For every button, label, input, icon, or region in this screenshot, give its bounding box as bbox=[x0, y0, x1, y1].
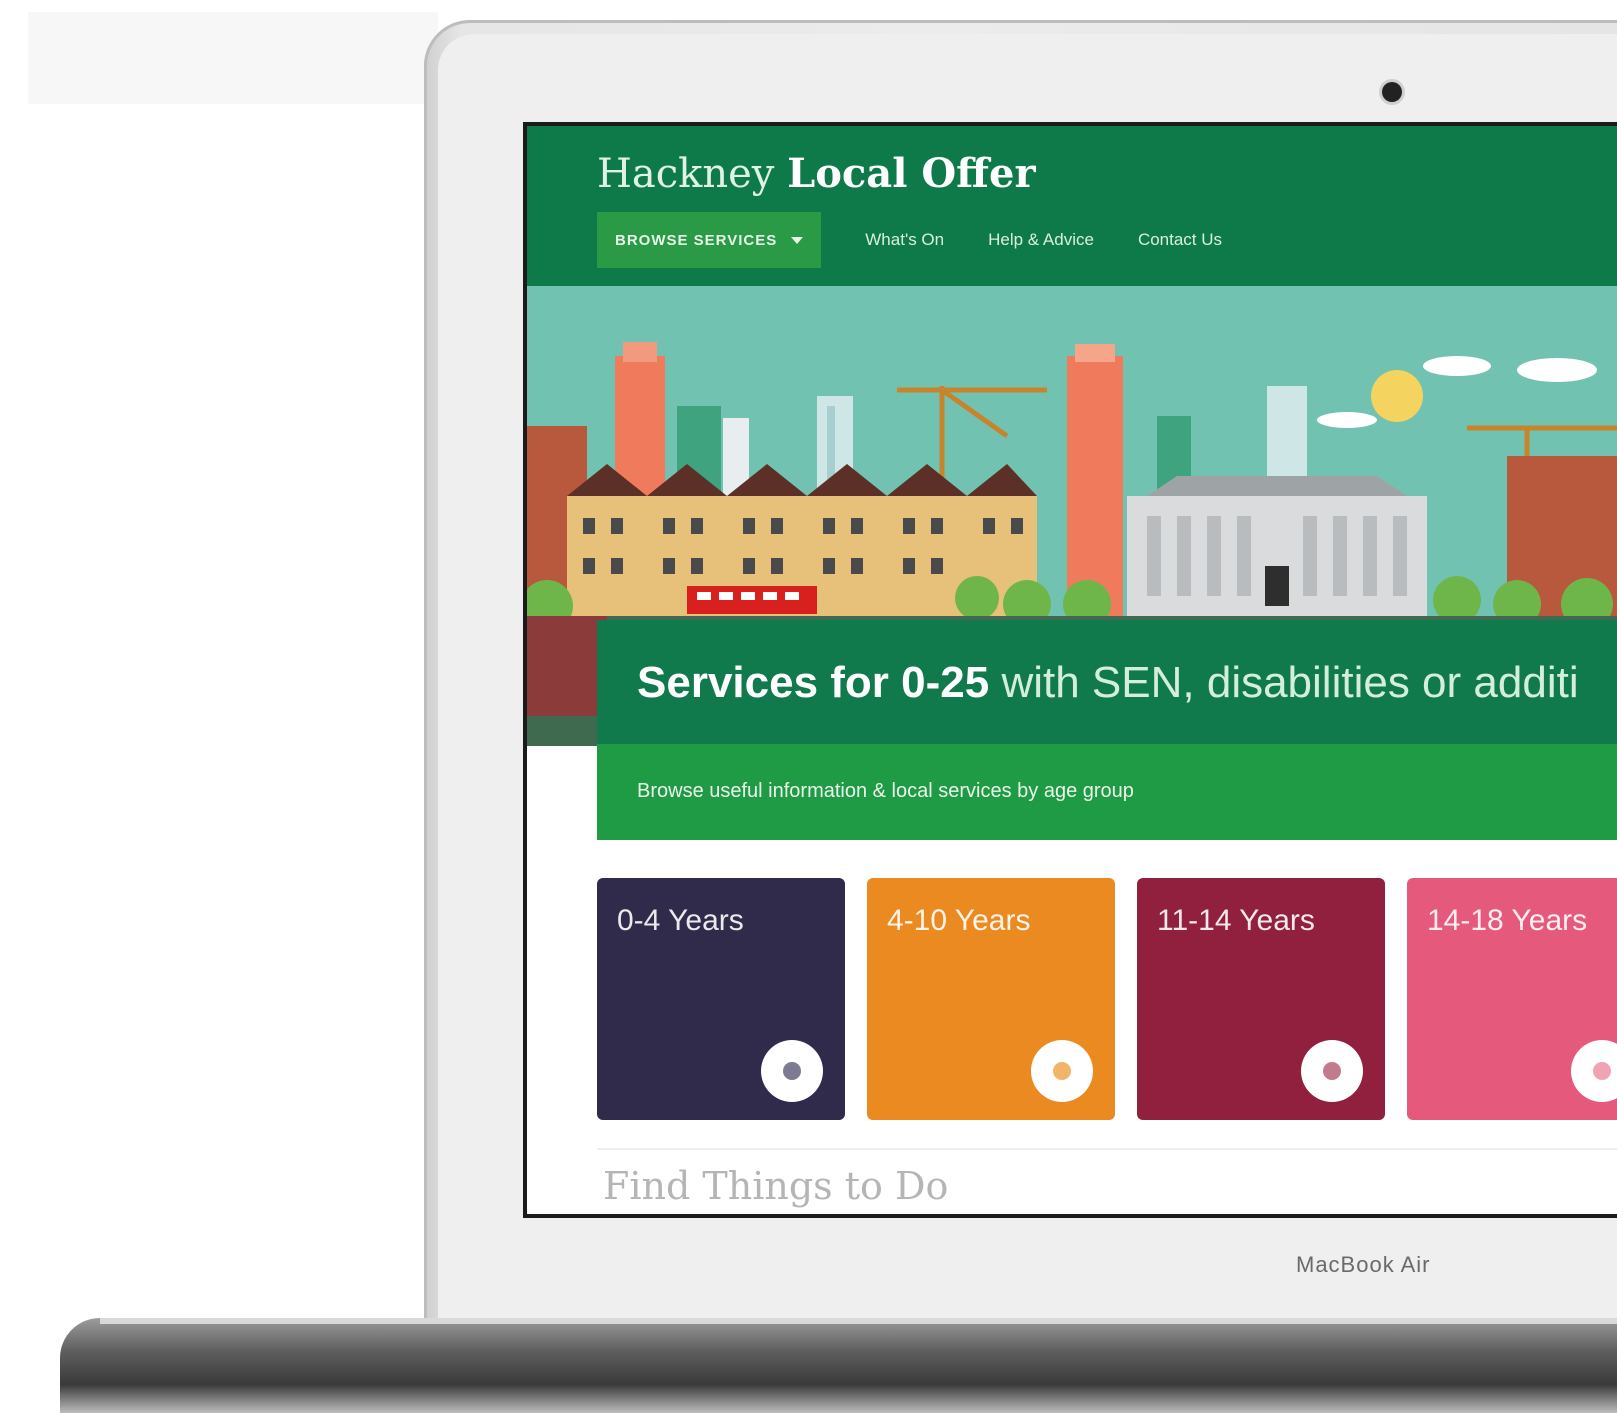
divider bbox=[597, 1148, 1617, 1150]
hero-subtext-banner: Browse useful information & local servic… bbox=[597, 744, 1617, 840]
headline-rest: with SEN, disabilities or additi bbox=[1001, 658, 1579, 707]
cloud-icon bbox=[1517, 358, 1597, 382]
laptop-screen: Hackney Local Offer BROWSE SERVICES What… bbox=[527, 126, 1617, 1214]
main-nav: BROWSE SERVICES What's On Help & Advice … bbox=[597, 212, 1222, 268]
town-hall-door bbox=[1265, 566, 1289, 606]
age-tile[interactable]: 11-14 Years bbox=[1137, 878, 1385, 1120]
tower bbox=[1067, 356, 1123, 616]
dot-icon bbox=[783, 1062, 801, 1080]
town-hall bbox=[1127, 496, 1427, 626]
age-tile-label: 11-14 Years bbox=[1157, 904, 1315, 937]
cloud-icon bbox=[1423, 356, 1491, 376]
laptop-base bbox=[60, 1318, 1617, 1413]
arrow-circle-icon[interactable] bbox=[1031, 1040, 1093, 1102]
dot-icon bbox=[1053, 1062, 1071, 1080]
age-tile[interactable]: 4-10 Years bbox=[867, 878, 1115, 1120]
headline-strong: Services for 0-25 bbox=[637, 658, 990, 707]
chevron-down-icon bbox=[791, 236, 804, 244]
dot-icon bbox=[1323, 1062, 1341, 1080]
nav-link-help-advice[interactable]: Help & Advice bbox=[988, 230, 1094, 250]
nav-link-whats-on[interactable]: What's On bbox=[865, 230, 944, 250]
site-title-bold: Local Offer bbox=[787, 150, 1036, 197]
hero-headline: Services for 0-25 with SEN, disabilities… bbox=[637, 658, 1579, 708]
age-tile[interactable]: 14-18 Years bbox=[1407, 878, 1617, 1120]
hero-headline-banner: Services for 0-25 with SEN, disabilities… bbox=[597, 620, 1617, 744]
page: Hackney Local Offer BROWSE SERVICES What… bbox=[0, 0, 1617, 1413]
arrow-circle-icon[interactable] bbox=[1301, 1040, 1363, 1102]
age-tile[interactable]: 0-4 Years bbox=[597, 878, 845, 1120]
background-patch bbox=[28, 12, 438, 104]
arrow-circle-icon[interactable] bbox=[1571, 1040, 1617, 1102]
hero-subtext: Browse useful information & local servic… bbox=[637, 780, 1134, 802]
device-brand-label: MacBook Air bbox=[1296, 1252, 1431, 1277]
nav-link-contact-us[interactable]: Contact Us bbox=[1138, 230, 1222, 250]
age-tile-label: 0-4 Years bbox=[617, 904, 744, 937]
arrow-circle-icon[interactable] bbox=[761, 1040, 823, 1102]
site-title-light: Hackney bbox=[597, 151, 775, 197]
browse-services-label: BROWSE SERVICES bbox=[615, 231, 778, 249]
age-group-tiles: 0-4 Years 4-10 Years 11-14 Years 14-18 Year… bbox=[597, 878, 1617, 1120]
age-tile-label: 4-10 Years bbox=[887, 904, 1031, 937]
site-title[interactable]: Hackney Local Offer bbox=[597, 150, 1036, 197]
dot-icon bbox=[1593, 1062, 1611, 1080]
site-header: Hackney Local Offer BROWSE SERVICES What… bbox=[527, 126, 1617, 286]
camera-icon bbox=[1382, 82, 1402, 102]
browse-services-button[interactable]: BROWSE SERVICES bbox=[597, 212, 822, 268]
age-tile-label: 14-18 Years bbox=[1427, 904, 1588, 937]
find-things-heading: Find Things to Do bbox=[603, 1164, 949, 1208]
sun-icon bbox=[1371, 370, 1423, 422]
cloud-icon bbox=[1317, 412, 1377, 428]
